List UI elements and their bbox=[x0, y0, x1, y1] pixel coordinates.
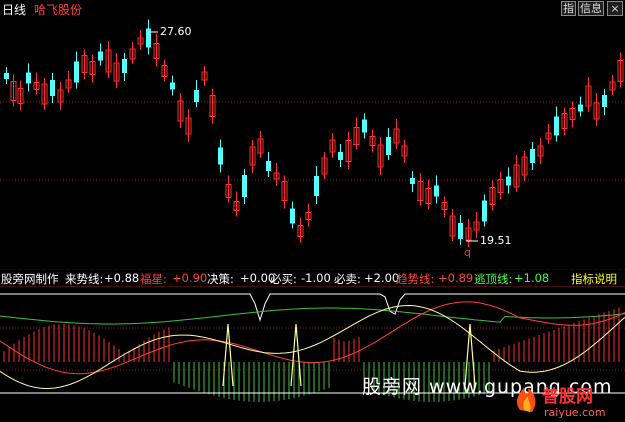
candle-body-down bbox=[602, 95, 607, 107]
legend-bs-label: 必卖: bbox=[334, 272, 361, 286]
candle-body-down bbox=[314, 176, 319, 196]
candle-body-down bbox=[338, 152, 343, 160]
candle-body-down bbox=[242, 175, 247, 197]
legend-bs-value: +2.00 bbox=[364, 271, 400, 285]
candle-body-down bbox=[458, 223, 463, 239]
candle-body-down bbox=[578, 104, 583, 112]
candle-body-down bbox=[122, 59, 127, 73]
escape-top-line bbox=[0, 307, 625, 325]
legend-tdx-value: +1.08 bbox=[514, 271, 550, 285]
legend-bm-value: -1.00 bbox=[301, 271, 331, 285]
low-marker-q: q bbox=[464, 246, 471, 259]
candle-body-down bbox=[554, 116, 559, 136]
candlesticks bbox=[4, 19, 624, 247]
candle-body-down bbox=[506, 176, 511, 186]
candle-body-down bbox=[194, 90, 199, 102]
candle-body-down bbox=[4, 73, 9, 79]
logo-sub-text: raiyue.com bbox=[544, 406, 606, 419]
candle-body-down bbox=[50, 80, 55, 96]
close-button[interactable]: × bbox=[607, 1, 623, 16]
candle-body-down bbox=[146, 28, 151, 48]
indicator-button[interactable]: 指 bbox=[561, 1, 576, 16]
candle-body-down bbox=[98, 51, 103, 61]
indicator-help-link[interactable]: 指标说明 bbox=[571, 271, 617, 287]
candle-body-down bbox=[386, 137, 391, 155]
high-price-label: 27.60 bbox=[160, 25, 192, 38]
legend-fx-value: +0.90 bbox=[172, 271, 208, 285]
title-bar: 日线 哈飞股份 指 信息 × bbox=[0, 0, 625, 17]
candle-body-down bbox=[266, 161, 271, 171]
decision-line bbox=[0, 293, 625, 322]
legend-qsx-label: 趋势线: bbox=[396, 272, 435, 286]
low-price-label: 19.51 bbox=[480, 234, 512, 247]
candle-body-down bbox=[482, 200, 487, 222]
candle-body-down bbox=[434, 185, 439, 197]
indicator-name[interactable]: 股旁网制作 bbox=[1, 271, 59, 287]
legend-tdx-label: 逃顶线: bbox=[474, 272, 513, 286]
candle-body-down bbox=[170, 82, 175, 90]
legend-qsx-value: +0.89 bbox=[438, 271, 474, 285]
candle-body-down bbox=[530, 149, 535, 163]
candle-body-down bbox=[362, 119, 367, 133]
candle-body-down bbox=[218, 147, 223, 165]
candle-body-down bbox=[74, 61, 79, 83]
legend-fx-label: 福星: bbox=[140, 272, 167, 286]
logo-main-text: 普股网 bbox=[542, 386, 593, 407]
candle-body-down bbox=[410, 178, 415, 184]
legend-lsx-label: 来势线: bbox=[65, 272, 104, 286]
candle-body-down bbox=[290, 208, 295, 224]
price-grid bbox=[0, 101, 625, 270]
legend-jc-label: 决策: bbox=[207, 272, 234, 286]
price-chart[interactable]: 27.60 19.51 q bbox=[0, 16, 625, 270]
candle-body-down bbox=[26, 72, 31, 84]
watermark-logo: 普股网 raiyue.com bbox=[517, 386, 606, 419]
legend-lsx-value: +0.88 bbox=[104, 271, 140, 285]
indicator-legend: 股旁网制作 来势线: +0.88 福星: +0.90 决策: +0.00 必买:… bbox=[0, 270, 625, 286]
info-button[interactable]: 信息 bbox=[578, 1, 604, 16]
legend-bm-label: 必买: bbox=[270, 272, 297, 286]
